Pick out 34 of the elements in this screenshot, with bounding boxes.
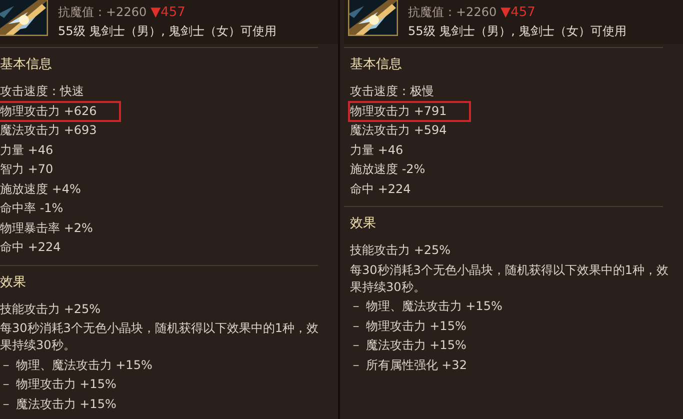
stat-line: － 物理、魔法攻击力 +15% [349, 298, 504, 316]
stat-line: 魔法攻击力 +594 [349, 122, 448, 140]
requirement-text: 55级 鬼剑士（男）, 鬼剑士（女）可使用 [58, 23, 277, 40]
stat-line: 命中 +224 [349, 180, 412, 198]
section-title: 效果 [0, 274, 27, 292]
stat-line: 命中 +224 [0, 239, 62, 256]
section-title: 基本信息 [350, 56, 403, 74]
stat-line: 物理暴击率 +2% [0, 220, 94, 237]
stat-text: 抗魔值：+2260 [58, 4, 147, 21]
requirement-text: 55级 鬼剑士（男）, 鬼剑士（女）可使用 [408, 23, 627, 40]
stat-line: 每30秒消耗3个无色小晶块，随机获得以下效果中的1种，效果持续30秒。 [0, 320, 320, 354]
stat-line: 攻击速度：极慢 [349, 83, 435, 100]
decrease-text: ▼457 [500, 4, 536, 22]
stat-line: － 魔法攻击力 +15% [349, 337, 468, 354]
stat-line: 每30秒消耗3个无色小晶块，随机获得以下效果中的1种，效果持续30秒。 [349, 262, 670, 296]
stat-line: 技能攻击力 +25% [0, 300, 102, 318]
stat-line: 力量 +46 [349, 142, 404, 159]
stat-line: 命中率 -1% [0, 200, 64, 218]
stat-line: － 物理、魔法攻击力 +15% [0, 356, 154, 374]
stat-line: 施放速度 -2% [349, 161, 426, 178]
stat-line: 攻击速度：快速 [0, 83, 85, 100]
section-title: 效果 [350, 215, 377, 233]
stat-text: 抗魔值：+2260 [408, 4, 497, 21]
stat-line: 智力 +70 [0, 161, 54, 178]
stat-line: 力量 +46 [0, 142, 54, 159]
stat-line: 技能攻击力 +25% [349, 242, 452, 260]
stat-line: － 物理攻击力 +15% [0, 376, 118, 394]
stat-line: 魔法攻击力 +693 [0, 122, 98, 140]
stat-line: － 魔法攻击力 +15% [0, 396, 118, 413]
stat-line: － 所有属性强化 +32 [349, 356, 468, 374]
decrease-text: ▼457 [150, 4, 186, 22]
stat-line: － 物理攻击力 +15% [349, 318, 468, 335]
stat-line: 施放速度 +4% [0, 180, 82, 198]
section-title: 基本信息 [0, 56, 53, 74]
